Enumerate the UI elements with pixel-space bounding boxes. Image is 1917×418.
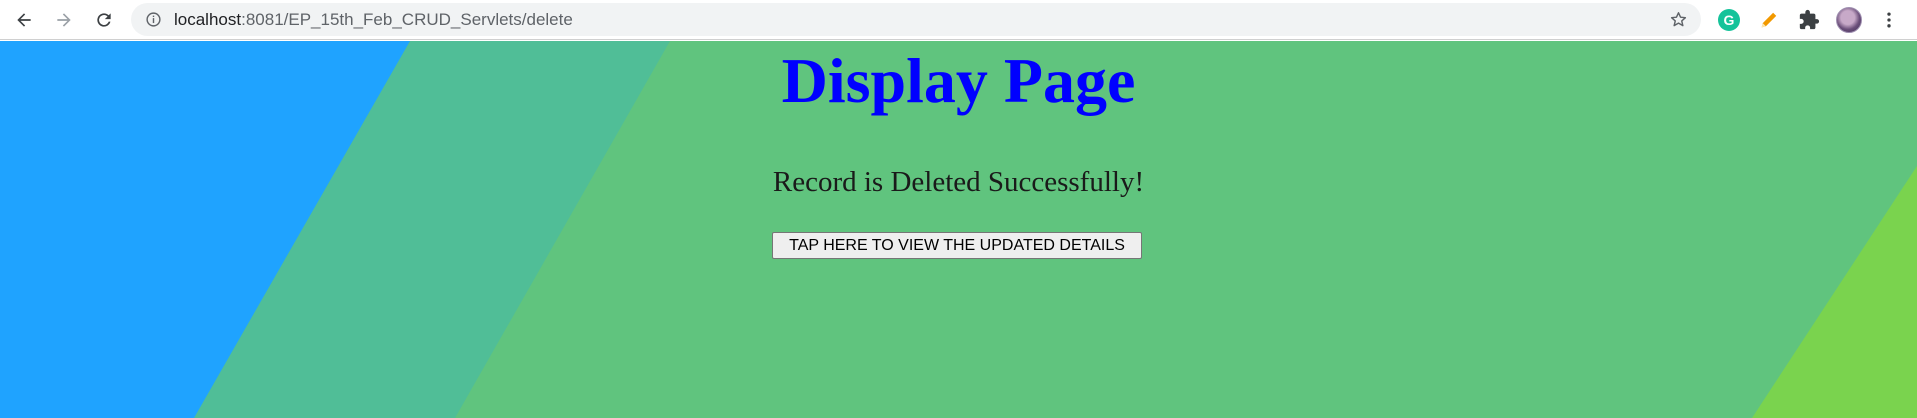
url-path: :8081/EP_15th_Feb_CRUD_Servlets/delete (241, 10, 573, 29)
menu-button[interactable] (1876, 7, 1902, 33)
browser-toolbar: localhost:8081/EP_15th_Feb_CRUD_Servlets… (0, 0, 1917, 40)
status-message: Record is Deleted Successfully! (772, 166, 1145, 198)
bookmark-star-icon[interactable] (1669, 10, 1688, 29)
view-updated-details-button[interactable]: TAP HERE TO VIEW THE UPDATED DETAILS (772, 232, 1142, 259)
profile-button[interactable] (1836, 7, 1862, 33)
address-bar[interactable]: localhost:8081/EP_15th_Feb_CRUD_Servlets… (131, 3, 1701, 36)
arrow-right-icon (57, 13, 71, 27)
reload-button[interactable] (89, 5, 119, 35)
pencil-icon (1761, 12, 1777, 28)
url-text[interactable]: localhost:8081/EP_15th_Feb_CRUD_Servlets… (174, 10, 573, 30)
grammarly-icon: G (1718, 9, 1740, 31)
page-content: Display Page Record is Deleted Successfu… (0, 41, 1917, 418)
page-title: Display Page (781, 45, 1136, 116)
url-host: localhost (174, 10, 242, 29)
extensions-button[interactable] (1796, 7, 1822, 33)
info-icon[interactable] (145, 11, 162, 28)
arrow-left-icon (17, 13, 31, 27)
avatar (1836, 7, 1862, 33)
back-button[interactable] (9, 5, 39, 35)
grammarly-extension[interactable]: G (1716, 7, 1742, 33)
puzzle-icon (1799, 9, 1820, 30)
forward-button[interactable] (49, 5, 79, 35)
reload-icon (97, 13, 111, 27)
kebab-menu-icon (1887, 12, 1891, 28)
pencil-extension[interactable] (1756, 7, 1782, 33)
